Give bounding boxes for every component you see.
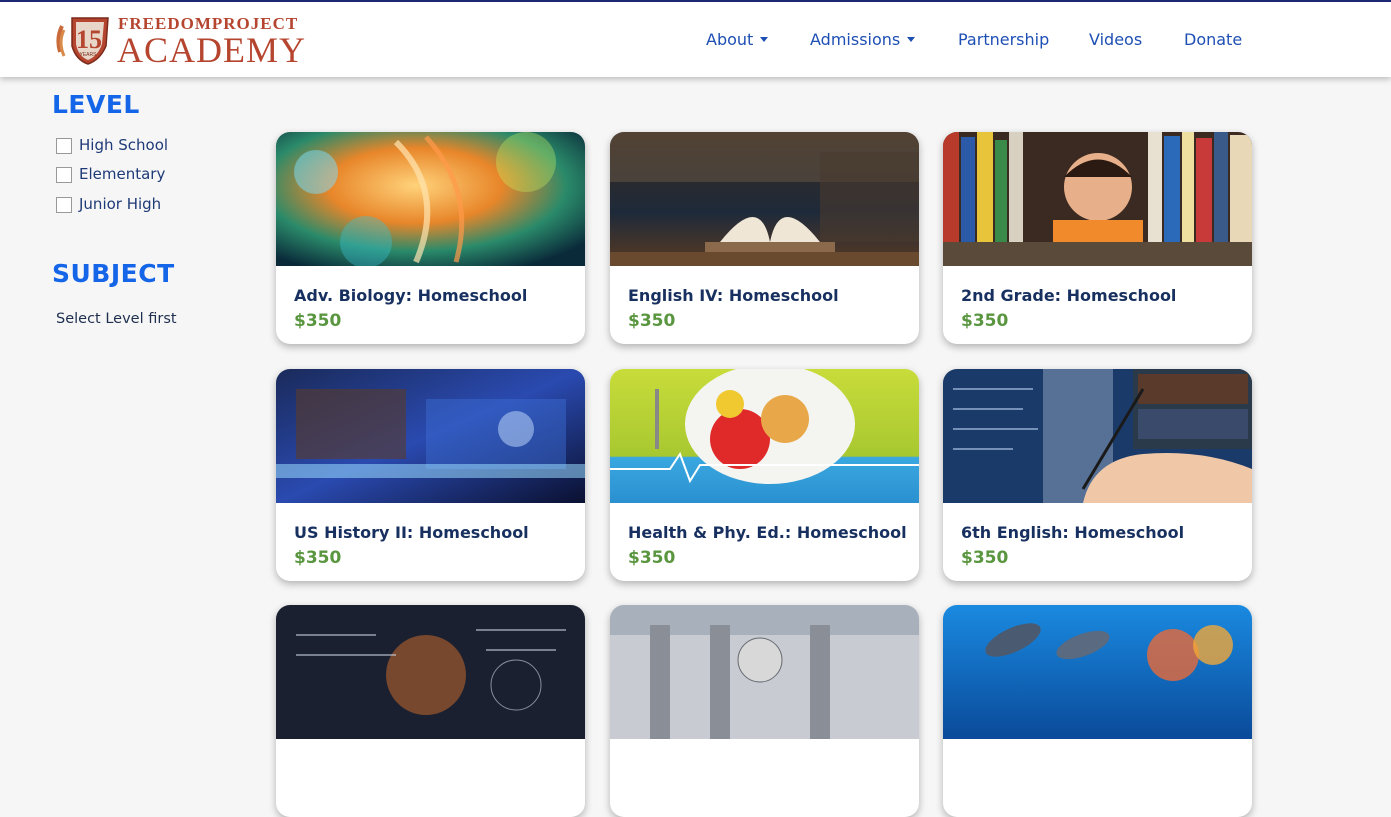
health-food-image	[610, 369, 919, 503]
course-card[interactable]	[610, 605, 919, 817]
course-card[interactable]: Adv. Biology: Homeschool $350	[276, 132, 585, 344]
math-equations-image	[276, 605, 585, 739]
nav-admissions[interactable]: Admissions	[810, 30, 916, 49]
course-title[interactable]: US History II: Homeschool	[294, 523, 529, 542]
writing-hand-image	[943, 369, 1252, 503]
checkbox[interactable]	[56, 197, 72, 213]
subject-heading: SUBJECT	[52, 259, 175, 288]
course-card[interactable]	[276, 605, 585, 817]
course-price: $350	[628, 311, 676, 331]
course-title[interactable]: 6th English: Homeschool	[961, 523, 1184, 542]
course-price: $350	[294, 548, 342, 568]
checkbox[interactable]	[56, 138, 72, 154]
nav-about[interactable]: About	[706, 30, 769, 49]
course-price: $350	[294, 311, 342, 331]
boy-bookshelf-image	[943, 132, 1252, 266]
dolphins-reef-image	[943, 605, 1252, 739]
svg-text:15: 15	[76, 25, 102, 54]
course-card[interactable]: 2nd Grade: Homeschool $350	[943, 132, 1252, 344]
anniversary-badge-icon: 15 YEARS	[56, 17, 109, 65]
nav-partnership[interactable]: Partnership	[958, 30, 1049, 49]
architecture-statue-image	[610, 605, 919, 739]
checkbox[interactable]	[56, 167, 72, 183]
course-price: $350	[961, 311, 1009, 331]
nav-videos[interactable]: Videos	[1089, 30, 1142, 49]
course-card[interactable]: Health & Phy. Ed.: Homeschool $350	[610, 369, 919, 581]
logo-line-academy: ACADEMY	[117, 30, 307, 70]
subject-hint: Select Level first	[56, 311, 177, 327]
course-grid: Adv. Biology: Homeschool $350 English IV…	[276, 132, 1252, 817]
level-heading: LEVEL	[52, 90, 140, 119]
site-header: 15 YEARS FREEDOMPROJECT ACADEMY About Ad…	[0, 2, 1391, 77]
course-card[interactable]: 6th English: Homeschool $350	[943, 369, 1252, 581]
svg-text:YEARS: YEARS	[80, 52, 98, 58]
course-card[interactable]: English IV: Homeschool $350	[610, 132, 919, 344]
course-title[interactable]: English IV: Homeschool	[628, 286, 839, 305]
course-title[interactable]: Adv. Biology: Homeschool	[294, 286, 527, 305]
biology-dna-image	[276, 132, 585, 266]
history-collage-image	[276, 369, 585, 503]
nav-donate[interactable]: Donate	[1184, 30, 1242, 49]
caret-down-icon	[907, 37, 916, 42]
caret-down-icon	[760, 37, 769, 42]
open-book-image	[610, 132, 919, 266]
course-title[interactable]: Health & Phy. Ed.: Homeschool	[628, 523, 907, 542]
course-price: $350	[961, 548, 1009, 568]
course-card[interactable]: US History II: Homeschool $350	[276, 369, 585, 581]
course-title[interactable]: 2nd Grade: Homeschool	[961, 286, 1176, 305]
academy-logo[interactable]: 15 YEARS FREEDOMPROJECT ACADEMY	[54, 10, 305, 70]
course-price: $350	[628, 548, 676, 568]
course-card[interactable]	[943, 605, 1252, 817]
